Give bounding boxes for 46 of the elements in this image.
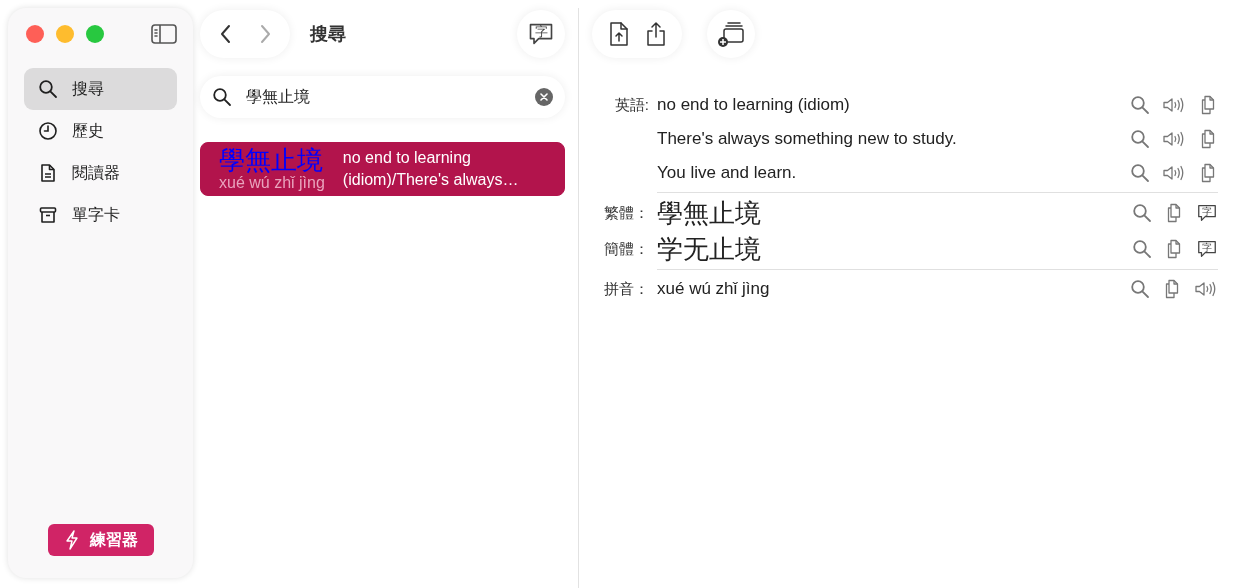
field-label: 英語: [614, 95, 649, 113]
definition-text: There's always something new to study. [657, 129, 957, 148]
sidebar-toggle-icon[interactable] [151, 24, 177, 44]
field-label: 簡體： [604, 239, 649, 257]
search-icon [1130, 163, 1150, 183]
result-item[interactable]: 學無止境 xué wú zhǐ jìng no end to learning (idiom)/There's always… [200, 142, 565, 196]
speaker-icon[interactable] [1162, 163, 1186, 183]
search-icon [38, 79, 58, 99]
search-icon [1130, 95, 1150, 115]
clear-button[interactable] [535, 88, 553, 106]
card-stack-add-icon [717, 20, 745, 48]
chat-bubble-icon[interactable]: 字 [1196, 202, 1218, 224]
search-icon [1132, 203, 1152, 223]
archive-icon [38, 205, 58, 225]
window-control[interactable] [26, 25, 44, 43]
lightning-icon [63, 530, 80, 550]
sidebar-item[interactable]: 單字卡 [24, 194, 177, 236]
speaker-icon[interactable] [1162, 95, 1186, 115]
add-card-button[interactable] [707, 10, 755, 58]
definition-text: xué wú zhǐ jìng [657, 279, 770, 298]
field-label: 拼音： [604, 279, 649, 297]
hanzi-text: 学无止境 [657, 234, 761, 264]
result-definition: no end to learning (idiom)/There's always… [342, 148, 520, 190]
hanzi-text: 學無止境 [657, 198, 761, 228]
search-icon [1130, 279, 1150, 299]
practice-button[interactable]: 練習器 [47, 524, 154, 556]
definition-text: You live and learn. [657, 163, 797, 182]
close-icon [540, 93, 548, 101]
sidebar-item[interactable]: 歷史 [24, 110, 177, 152]
document-icon [38, 163, 58, 183]
character-button[interactable]: 字 [517, 10, 565, 58]
result-hanzi: 學無止境 [219, 146, 323, 174]
chat-bubble-icon[interactable]: 字 [1196, 238, 1218, 260]
speaker-icon[interactable] [1162, 129, 1186, 149]
search-icon [212, 87, 232, 107]
sidebar-item[interactable]: 搜尋 [24, 68, 177, 110]
clock-icon [38, 121, 58, 141]
column-title: 搜尋 [310, 23, 346, 46]
search-icon [1130, 129, 1150, 149]
speaker-icon[interactable] [1194, 279, 1218, 299]
sidebar-item[interactable]: 閱讀器 [24, 152, 177, 194]
field-label: 繁體： [604, 203, 649, 221]
definition-text: no end to learning (idiom) [657, 95, 850, 114]
search-icon [1132, 239, 1152, 259]
result-pinyin: xué wú zhǐ jìng [219, 174, 325, 192]
search-field[interactable]: 學無止境 [244, 87, 523, 107]
